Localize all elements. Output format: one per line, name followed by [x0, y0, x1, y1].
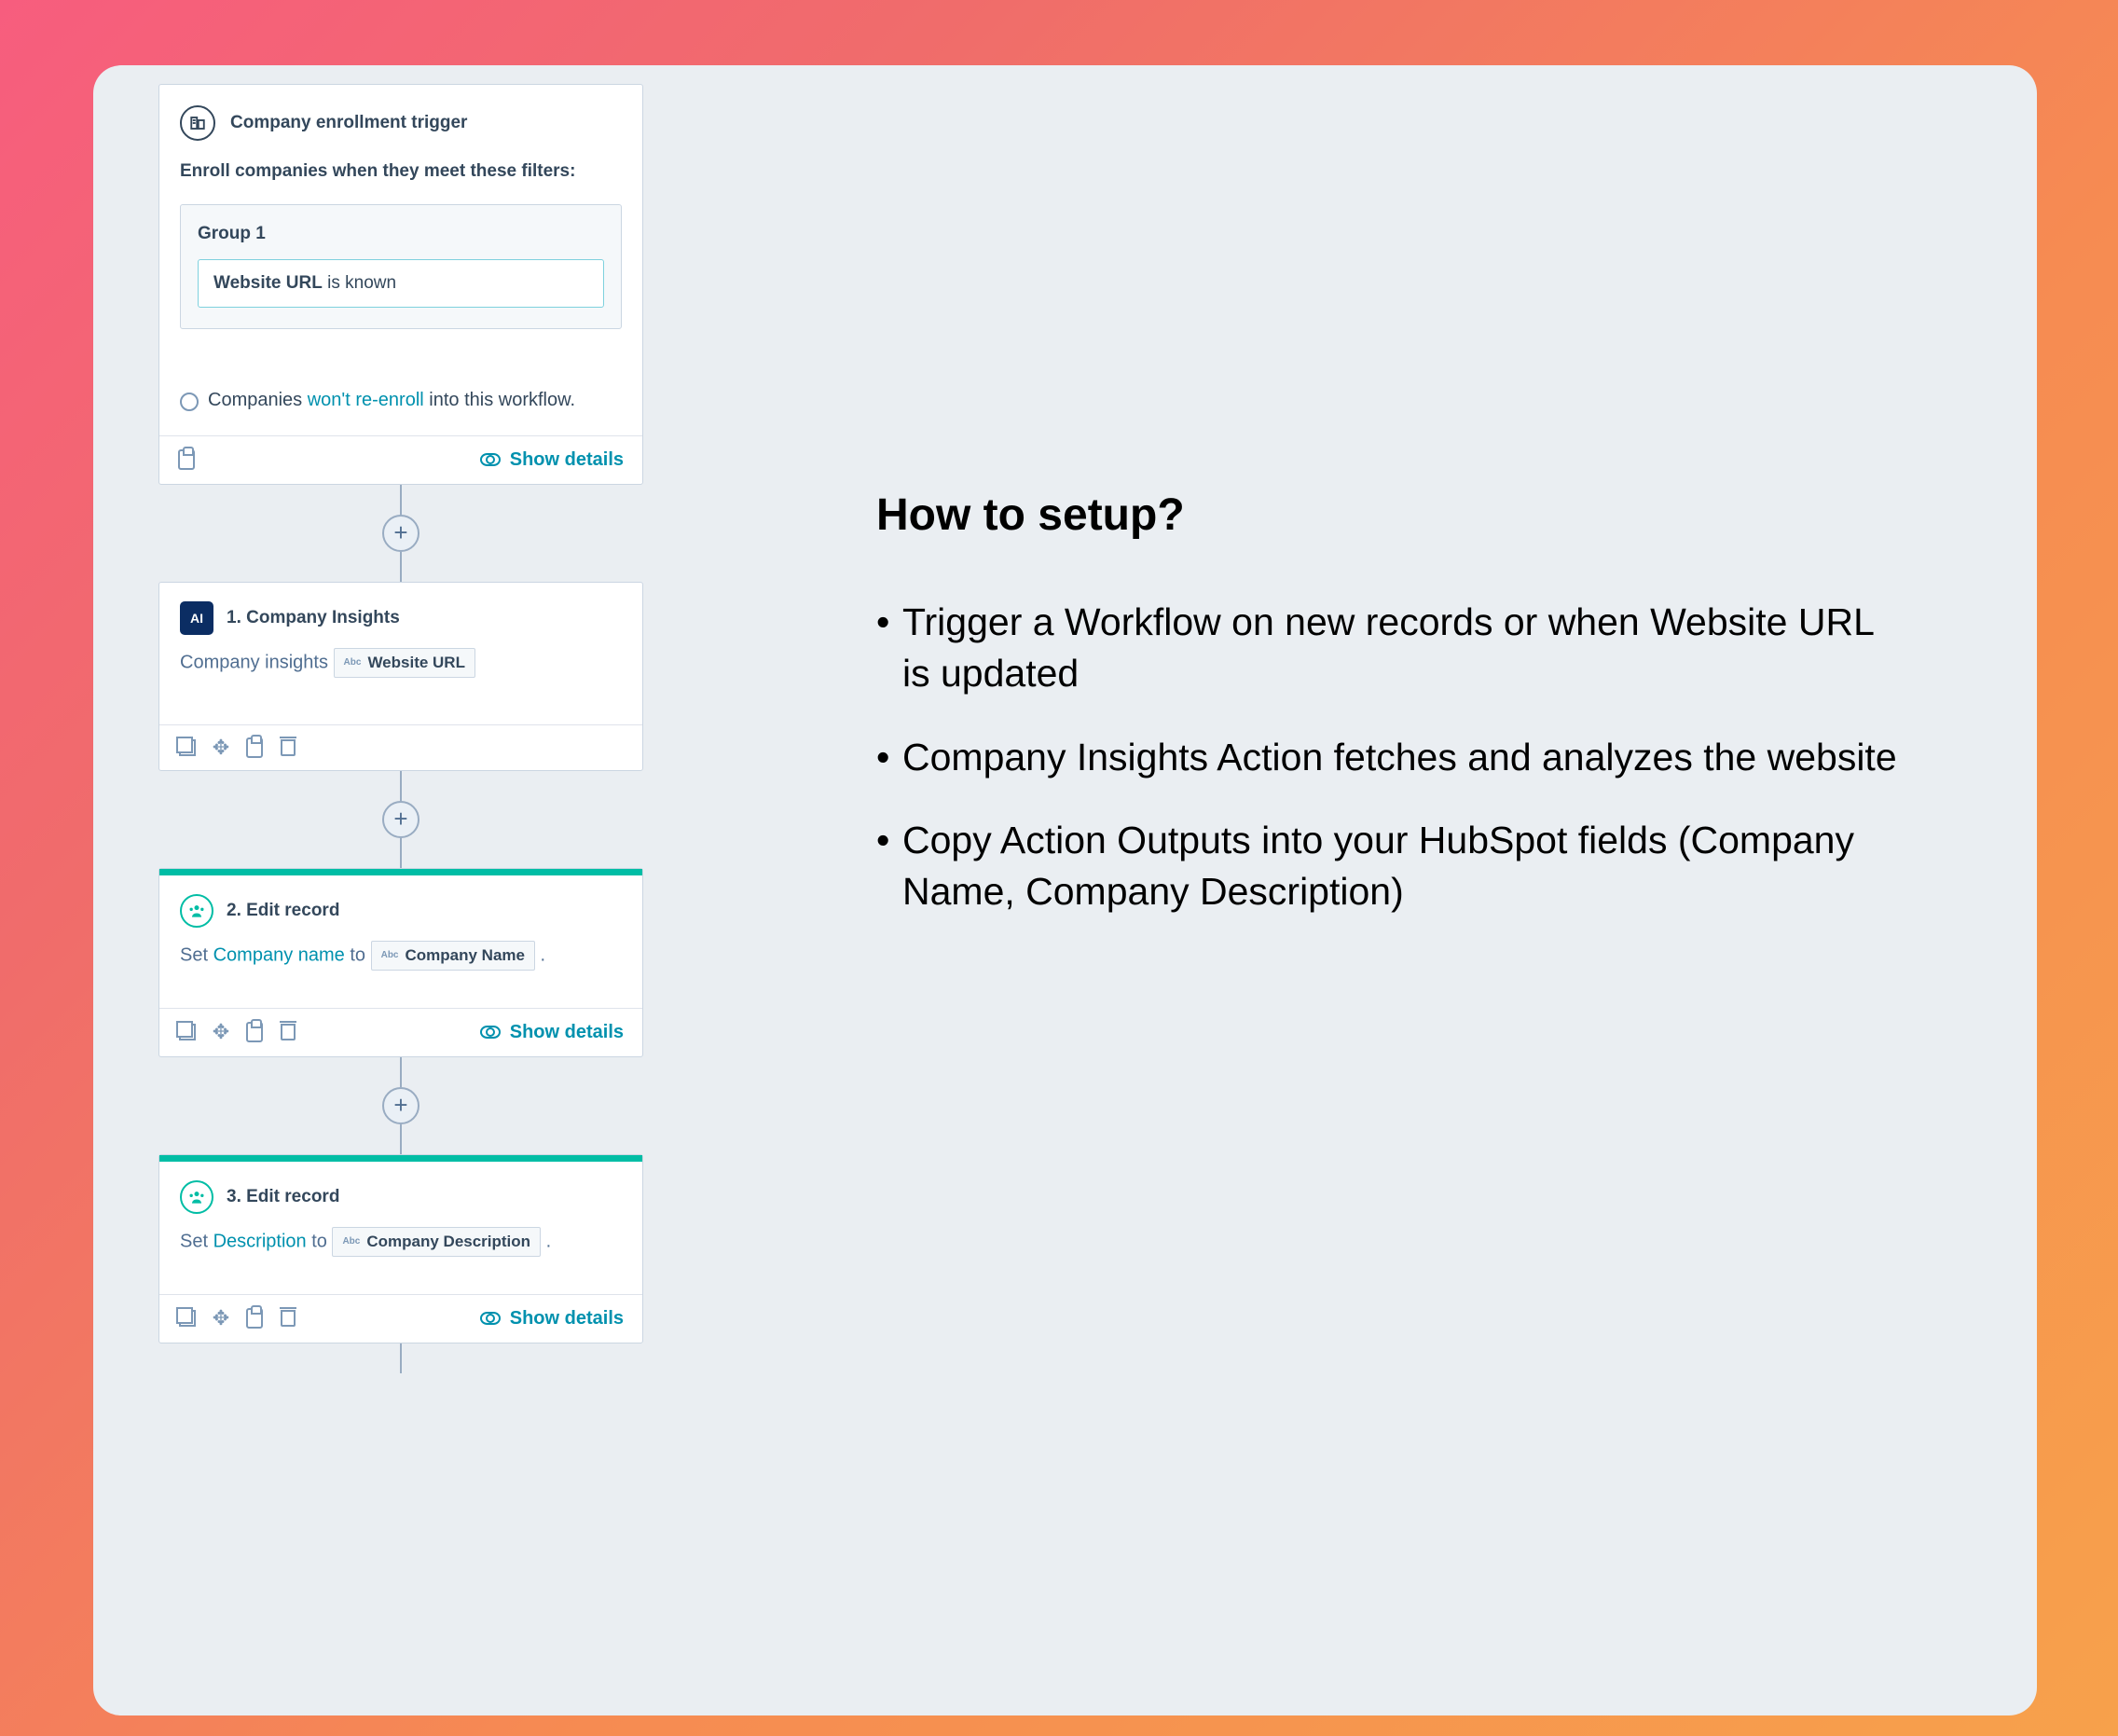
reenroll-note: Companies won't re-enroll into this work…	[180, 385, 622, 415]
bullet-3: Copy Action Outputs into your HubSpot fi…	[876, 815, 1906, 918]
ai-icon: AI	[180, 601, 213, 635]
eye-icon	[480, 1026, 501, 1039]
token-company-description[interactable]: Abc Company Description	[332, 1227, 541, 1257]
connector-line	[400, 1343, 402, 1373]
instructions-heading: How to setup?	[876, 489, 1906, 541]
instructions-column: How to setup? Trigger a Workflow on new …	[690, 65, 2037, 1715]
to-label: to	[311, 1231, 327, 1251]
step1-title: 1. Company Insights	[227, 608, 400, 628]
abc-label: Abc	[381, 950, 399, 960]
company-icon	[180, 105, 215, 141]
show-details-link[interactable]: Show details	[480, 1022, 624, 1043]
abc-label: Abc	[342, 1236, 360, 1247]
trigger-description: Enroll companies when they meet these fi…	[180, 159, 622, 184]
move-icon[interactable]: ✥	[212, 738, 230, 757]
show-details-link[interactable]: Show details	[480, 1308, 624, 1330]
bullet-1: Trigger a Workflow on new records or whe…	[876, 597, 1906, 700]
clipboard-icon[interactable]	[245, 738, 264, 757]
token-text: Company Name	[406, 946, 525, 965]
connector-line	[400, 485, 402, 515]
clipboard-icon[interactable]	[245, 1023, 264, 1041]
connector-line	[400, 838, 402, 868]
filter-chip[interactable]: Website URL is known	[198, 259, 604, 308]
add-step-button[interactable]: +	[382, 515, 419, 552]
teal-bar	[159, 869, 642, 875]
step2-title: 2. Edit record	[227, 901, 339, 921]
instructions-list: Trigger a Workflow on new records or whe…	[876, 597, 1906, 918]
connector-line	[400, 552, 402, 582]
connector-line	[400, 1057, 402, 1087]
refresh-icon	[180, 393, 199, 411]
show-details-link[interactable]: Show details	[480, 449, 624, 471]
set-label: Set	[180, 944, 208, 965]
token-company-name[interactable]: Abc Company Name	[371, 941, 535, 971]
reenroll-post: into this workflow.	[429, 390, 575, 410]
trigger-card[interactable]: Company enrollment trigger Enroll compan…	[158, 84, 643, 485]
set-label: Set	[180, 1231, 208, 1251]
reenroll-pre: Companies	[208, 390, 302, 410]
abc-label: Abc	[344, 657, 362, 668]
token-text: Website URL	[367, 654, 465, 672]
show-details-label: Show details	[510, 449, 624, 471]
move-icon[interactable]: ✥	[212, 1023, 230, 1041]
token-website-url[interactable]: Abc Website URL	[334, 648, 475, 678]
copy-icon[interactable]	[178, 738, 197, 757]
step3-title: 3. Edit record	[227, 1187, 339, 1207]
trigger-footer: Show details	[159, 435, 642, 484]
filter-property: Website URL	[213, 273, 323, 293]
step1-label: Company insights	[180, 652, 328, 672]
step-card-2[interactable]: 2. Edit record Set Company name to Abc C…	[158, 868, 643, 1057]
copy-icon[interactable]	[178, 1309, 197, 1328]
move-icon[interactable]: ✥	[212, 1309, 230, 1328]
workflow-column: Company enrollment trigger Enroll compan…	[93, 65, 690, 1715]
eye-icon	[480, 453, 501, 466]
filter-condition: is known	[327, 273, 396, 293]
step-card-3[interactable]: 3. Edit record Set Description to Abc Co…	[158, 1154, 643, 1343]
show-details-label: Show details	[510, 1308, 624, 1330]
copy-icon[interactable]	[178, 1023, 197, 1041]
trash-icon[interactable]	[279, 1309, 297, 1328]
trash-icon[interactable]	[279, 1023, 297, 1041]
clipboard-icon[interactable]	[245, 1309, 264, 1328]
teal-bar	[159, 1155, 642, 1162]
step-card-1[interactable]: AI 1. Company Insights Company insights …	[158, 582, 643, 771]
field-company-name[interactable]: Company name	[213, 944, 345, 965]
connector-line	[400, 771, 402, 801]
group-label: Group 1	[198, 224, 604, 244]
main-panel: Company enrollment trigger Enroll compan…	[93, 65, 2037, 1715]
bullet-2: Company Insights Action fetches and anal…	[876, 732, 1906, 783]
eye-icon	[480, 1312, 501, 1325]
trash-icon[interactable]	[279, 738, 297, 757]
step2-footer: ✥ Show details	[159, 1008, 642, 1056]
step3-footer: ✥ Show details	[159, 1294, 642, 1343]
reenroll-link[interactable]: won't re-enroll	[308, 390, 424, 410]
to-label: to	[350, 944, 365, 965]
token-text: Company Description	[366, 1233, 530, 1251]
add-step-button[interactable]: +	[382, 801, 419, 838]
step1-footer: ✥	[159, 724, 642, 770]
people-icon	[180, 1180, 213, 1214]
show-details-label: Show details	[510, 1022, 624, 1043]
add-step-button[interactable]: +	[382, 1087, 419, 1124]
field-description[interactable]: Description	[213, 1231, 307, 1251]
connector-line	[400, 1124, 402, 1154]
filter-group[interactable]: Group 1 Website URL is known	[180, 204, 622, 329]
clipboard-icon[interactable]	[178, 449, 195, 470]
people-icon	[180, 894, 213, 928]
trigger-title: Company enrollment trigger	[230, 113, 467, 133]
